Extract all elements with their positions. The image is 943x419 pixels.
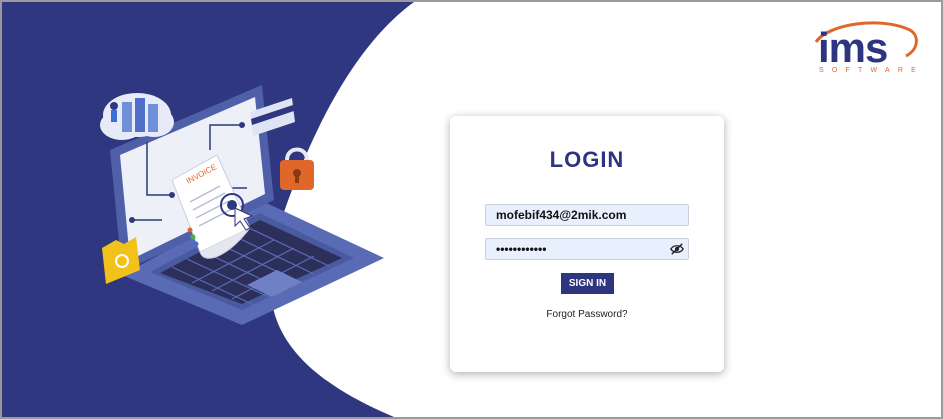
- ims-logo: ims SOFTWARE: [810, 20, 922, 78]
- logo-text: ims: [818, 24, 888, 71]
- login-page: INVOICE ims SOFTWARE LOGIN mofebif434@2m…: [0, 0, 943, 419]
- password-field[interactable]: [485, 238, 689, 260]
- sign-in-button[interactable]: SIGN IN: [561, 273, 614, 294]
- laptop-illustration: INVOICE: [100, 85, 384, 325]
- cloud-server-icon: [100, 93, 174, 140]
- eye-slash-icon[interactable]: [670, 242, 684, 256]
- email-field[interactable]: [485, 204, 689, 226]
- logo-subtext: SOFTWARE: [819, 67, 925, 74]
- login-card: LOGIN SIGN IN Forgot Password?: [450, 116, 724, 372]
- padlock-icon: [280, 147, 314, 190]
- login-title: LOGIN: [549, 147, 625, 172]
- forgot-password-link[interactable]: Forgot Password?: [450, 309, 724, 320]
